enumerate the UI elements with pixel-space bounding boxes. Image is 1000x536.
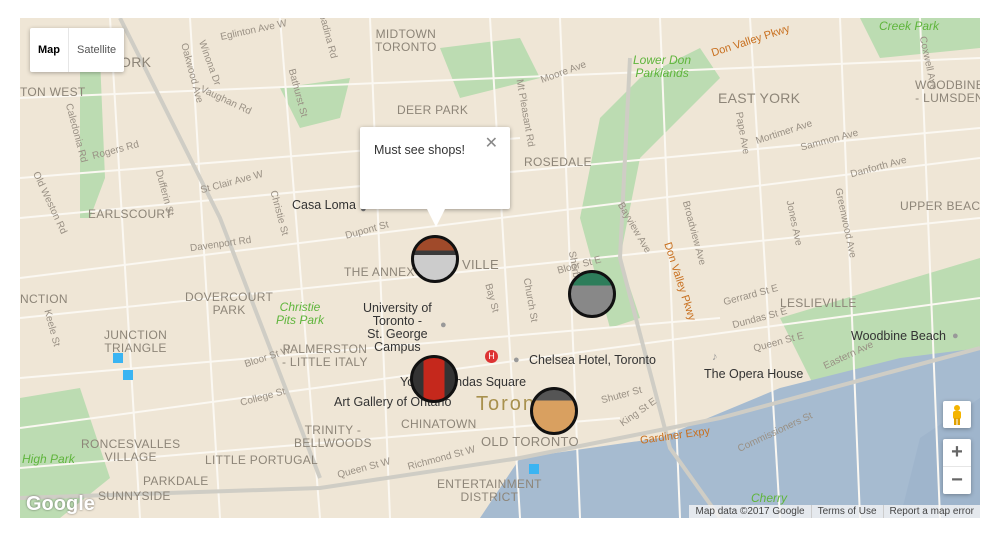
transit-icon — [123, 370, 133, 380]
neighborhood-label: JUNCTION TRIANGLE — [104, 328, 168, 355]
park-label: Lower Don Parklands — [633, 53, 692, 80]
pegman-button[interactable] — [943, 401, 971, 428]
google-logo[interactable]: Google — [26, 493, 95, 516]
map-canvas[interactable]: MIDTOWN TORONTO DEER PARK ROSEDALE EAST … — [20, 18, 980, 518]
neighborhood-label: ROSEDALE — [524, 155, 592, 169]
map-type-satellite-button[interactable]: Satellite — [69, 28, 124, 72]
transit-icon — [113, 353, 123, 363]
school-icon: ● — [440, 319, 447, 331]
transit-icon — [529, 464, 539, 474]
neighborhood-label: ORK — [120, 54, 152, 70]
neighborhood-label: OLD TORONTO — [481, 434, 579, 449]
park-label: Creek Park — [879, 19, 940, 33]
neighborhood-label: EARLSCOURT — [88, 207, 173, 221]
neighborhood-label: CHINATOWN — [401, 417, 477, 431]
hotel-icon: ● — [513, 354, 520, 366]
pegman-icon — [953, 405, 961, 425]
neighborhood-label: LITTLE PORTUGAL — [205, 453, 318, 467]
neighborhood-label: LESLIEVILLE — [780, 296, 857, 310]
neighborhood-label: DEER PARK — [397, 103, 469, 117]
park-label: Christie Pits Park — [276, 300, 325, 327]
park-label: Cherry — [751, 491, 788, 505]
music-icon: ♪ — [712, 351, 718, 363]
neighborhood-label: THE ANNEX — [344, 265, 415, 279]
neighborhood-label: RONCESVALLES VILLAGE — [81, 437, 181, 464]
shop-marker[interactable] — [530, 387, 578, 435]
shop-marker[interactable] — [410, 355, 458, 403]
neighborhood-label: NCTION — [20, 292, 68, 306]
hospital-icon: H — [485, 350, 498, 363]
close-icon[interactable]: ✕ — [485, 133, 498, 153]
shop-marker[interactable] — [411, 235, 459, 283]
poi-label[interactable]: Casa Loma — [292, 198, 356, 212]
poi-label[interactable]: University of Toronto - St. George Campu… — [363, 301, 432, 355]
neighborhood-label: TON WEST — [20, 85, 86, 99]
neighborhood-label: EAST YORK — [718, 90, 801, 106]
info-window: Must see shops! ✕ — [360, 127, 510, 227]
beach-icon: ● — [952, 330, 959, 342]
neighborhood-label: DOVERCOURT PARK — [185, 290, 274, 317]
shop-marker[interactable] — [568, 270, 616, 318]
terms-link[interactable]: Terms of Use — [810, 505, 883, 518]
neighborhood-label: TRINITY - BELLWOODS — [294, 423, 372, 450]
zoom-out-button[interactable]: − — [943, 467, 971, 494]
info-window-text: Must see shops! — [374, 143, 466, 157]
zoom-in-button[interactable]: + — [943, 439, 971, 467]
report-error-link[interactable]: Report a map error — [882, 505, 980, 518]
neighborhood-label: VILLE — [462, 257, 499, 272]
map-type-control: Map Satellite — [30, 28, 125, 72]
map-type-map-button[interactable]: Map — [30, 28, 69, 72]
neighborhood-label: PARKDALE — [143, 474, 209, 488]
neighborhood-label: PALMERSTON - LITTLE ITALY — [282, 342, 368, 369]
map-data-text: Map data ©2017 Google — [695, 506, 805, 517]
neighborhood-label: UPPER BEACHES — [900, 199, 980, 213]
poi-label[interactable]: The Opera House — [704, 367, 803, 381]
zoom-control: + − — [943, 439, 971, 494]
neighborhood-label: ENTERTAINMENT DISTRICT — [437, 477, 542, 504]
park-label: High Park — [22, 452, 75, 466]
neighborhood-label: SUNNYSIDE — [98, 489, 171, 503]
neighborhood-label: WOODBINE - LUMSDEN — [915, 78, 980, 105]
attribution-bar: Map data ©2017 Google Terms of Use Repor… — [689, 505, 980, 518]
poi-label[interactable]: Chelsea Hotel, Toronto — [529, 353, 656, 367]
neighborhood-label: MIDTOWN TORONTO — [375, 27, 437, 54]
